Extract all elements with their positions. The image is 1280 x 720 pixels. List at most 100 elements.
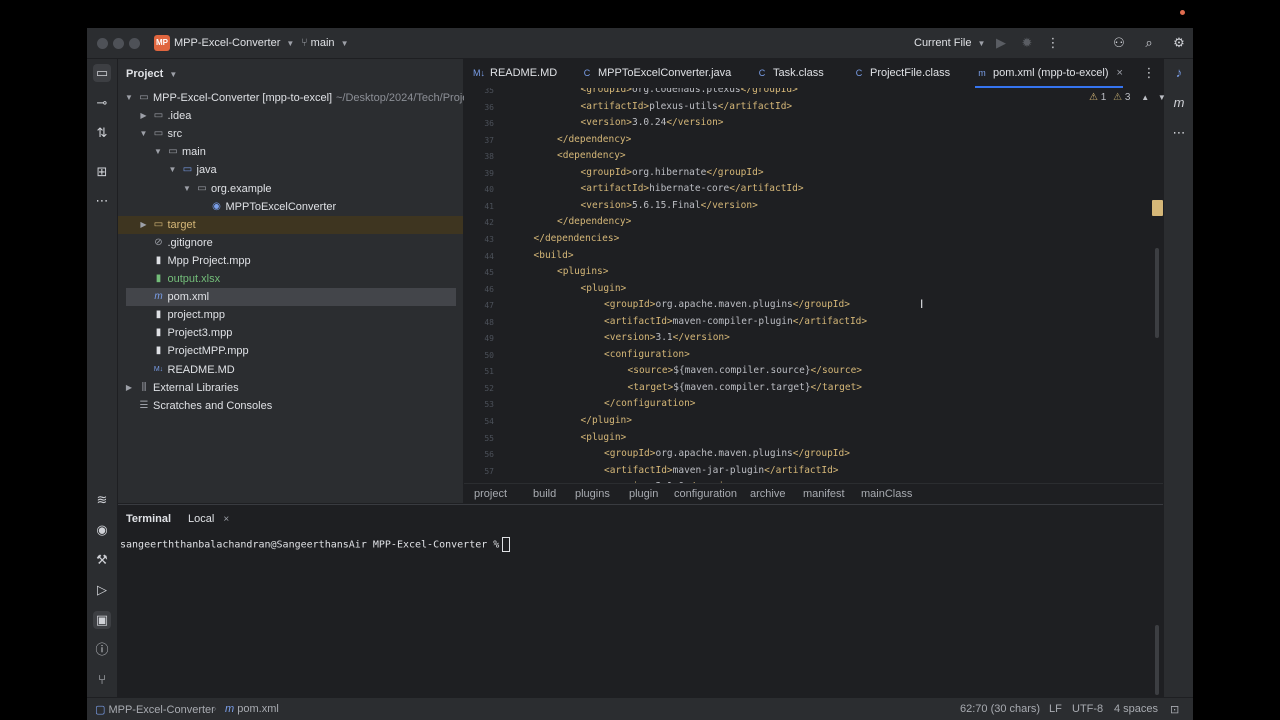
close-icon[interactable]: ×: [223, 514, 229, 525]
indent-setting[interactable]: 4 spaces: [1114, 703, 1158, 715]
minimize-window-button[interactable]: [113, 38, 124, 49]
breadcrumb-item[interactable]: project: [474, 488, 507, 500]
inspection-widget[interactable]: ⚠ 1 ⚠ 3 ▲ ▼: [1089, 92, 1166, 103]
more-tools-icon[interactable]: ⋯: [93, 192, 111, 210]
project-switcher[interactable]: MPP-Excel-Converter ▼: [174, 37, 294, 49]
tree-item[interactable]: ▮ Project3.mpp: [118, 324, 463, 342]
code-editor[interactable]: 35 <groupId>org.codehaus.plexus</groupId>…: [464, 88, 1163, 483]
editor-scroll-marker[interactable]: [1152, 200, 1163, 216]
tree-item[interactable]: M↓ README.MD: [118, 361, 463, 379]
git-icon[interactable]: ⑂: [93, 671, 111, 689]
branch-name: main: [310, 37, 335, 49]
close-icon[interactable]: ×: [1117, 67, 1123, 79]
more-options-icon[interactable]: ⋮: [1044, 34, 1062, 52]
tab-projectfile-class[interactable]: C ProjectFile.class: [852, 59, 950, 88]
tree-item[interactable]: ▶ ⫼ External Libraries: [118, 379, 463, 397]
add-user-icon[interactable]: ⚇: [1110, 34, 1128, 52]
tree-item[interactable]: ⊘ .gitignore: [118, 234, 463, 252]
tree-item[interactable]: ▶ ▭ .idea: [118, 107, 463, 125]
caret-position[interactable]: 62:70 (30 chars): [960, 703, 1040, 715]
problems-icon[interactable]: ⓘ: [93, 641, 111, 659]
code-line: <configuration>: [604, 349, 690, 360]
breadcrumb-item[interactable]: archive: [750, 488, 785, 500]
code-line: <groupId>org.apache.maven.plugins</group…: [604, 448, 850, 459]
terminal-scrollbar[interactable]: [1155, 625, 1159, 695]
breadcrumb-item[interactable]: build: [533, 488, 556, 500]
tree-item[interactable]: m pom.xml: [126, 288, 456, 307]
tree-item[interactable]: ▮ ProjectMPP.mpp: [118, 342, 463, 360]
tree-item[interactable]: ▮ project.mpp: [118, 306, 463, 324]
structure-icon[interactable]: ⊞: [93, 163, 111, 181]
close-window-button[interactable]: [97, 38, 108, 49]
run-icon[interactable]: ▶: [992, 34, 1010, 52]
package-icon: ▭: [197, 182, 207, 194]
tab-pom-xml-mpp-to-excel[interactable]: m pom.xml (mpp-to-excel) ×: [975, 59, 1123, 88]
pull-request-icon[interactable]: ⇅: [93, 124, 111, 142]
settings-gear-icon[interactable]: ⚙: [1170, 34, 1188, 52]
xml-value: org.apache.maven.plugins: [655, 299, 793, 311]
chevron-right-icon: ›: [213, 703, 217, 715]
tree-item[interactable]: ▮ output.xlsx: [118, 270, 463, 288]
breadcrumb-item[interactable]: manifest: [803, 488, 845, 500]
terminal-icon[interactable]: ▣: [93, 611, 111, 629]
layers-icon[interactable]: ≋: [93, 491, 111, 509]
status-project-crumb[interactable]: ▢ MPP-Excel-Converter: [95, 703, 215, 716]
tree-item[interactable]: ▶ ▭ target: [118, 215, 463, 234]
chevron-down-icon[interactable]: ▼: [168, 161, 178, 179]
tree-item[interactable]: ▼ ▭ src: [118, 125, 463, 143]
tree-item[interactable]: ▼ ▭ main: [118, 143, 463, 161]
chevron-right-icon[interactable]: ▶: [124, 379, 134, 397]
xml-value: maven-compiler-plugin: [672, 315, 793, 327]
search-icon[interactable]: ⌕: [1140, 34, 1158, 52]
breadcrumb-item[interactable]: mainClass: [861, 488, 912, 500]
chevron-up-icon[interactable]: ▲: [1141, 93, 1149, 102]
tree-item[interactable]: ▼ ▭ java: [118, 161, 463, 179]
chevron-down-icon[interactable]: ▼: [1158, 93, 1166, 102]
xml-tag: <version>: [604, 332, 656, 344]
file-encoding[interactable]: UTF-8: [1072, 703, 1103, 715]
chevron-right-icon[interactable]: ▶: [139, 107, 149, 125]
commit-icon[interactable]: ⊸: [93, 94, 111, 112]
chevron-down-icon[interactable]: ▼: [153, 143, 163, 161]
xml-tag: </source>: [810, 365, 863, 377]
tree-item[interactable]: ☰ Scratches and Consoles: [118, 397, 463, 415]
tree-item[interactable]: ▼ ▭ MPP-Excel-Converter [mpp-to-excel] ~/De…: [118, 89, 474, 107]
chevron-down-icon[interactable]: ▼: [139, 125, 149, 143]
tree-item[interactable]: ▼ ▭ org.example: [118, 180, 463, 198]
notifications-bell-icon[interactable]: ♪: [1170, 64, 1188, 82]
chevron-right-icon[interactable]: ▶: [139, 216, 149, 234]
run-panel-icon[interactable]: ▷: [93, 581, 111, 599]
tab-mpptoexcelconverter-java[interactable]: C MPPToExcelConverter.java: [580, 59, 732, 88]
tab-readme-md[interactable]: M↓ README.MD: [472, 59, 557, 88]
xml-tag: <groupId>: [580, 88, 632, 95]
tabs-more-icon[interactable]: ⋮: [1140, 64, 1158, 82]
terminal-title[interactable]: Terminal: [126, 513, 171, 525]
more-tools-icon[interactable]: ⋯: [1170, 124, 1188, 142]
git-branch-icon: ⑂: [301, 37, 308, 49]
debug-icon[interactable]: ✹: [1018, 34, 1036, 52]
run-config-selector[interactable]: Current File ▼: [914, 37, 985, 49]
line-separator[interactable]: LF: [1049, 703, 1062, 715]
branch-switcher[interactable]: ⑂ main ▼: [301, 37, 349, 49]
build-hammer-icon[interactable]: ⚒: [93, 551, 111, 569]
chevron-down-icon[interactable]: ▼: [124, 89, 134, 107]
maven-icon[interactable]: m: [1170, 94, 1188, 112]
breadcrumb-item[interactable]: configuration: [674, 488, 737, 500]
lock-icon[interactable]: ⊡: [1170, 703, 1179, 716]
breadcrumb-item[interactable]: plugin: [629, 488, 658, 500]
line-number: 39: [484, 168, 494, 178]
editor-scrollbar[interactable]: [1155, 248, 1159, 338]
chevron-down-icon[interactable]: ▼: [182, 180, 192, 198]
zoom-window-button[interactable]: [129, 38, 140, 49]
tree-item[interactable]: ▮ Mpp Project.mpp: [118, 252, 463, 270]
project-panel-header[interactable]: Project ▼: [126, 68, 177, 80]
project-folder-icon[interactable]: ▭: [93, 64, 111, 82]
code-line: <artifactId>plexus-utils</artifactId>: [581, 101, 793, 112]
tree-item[interactable]: ◉ MPPToExcelConverter: [118, 198, 463, 216]
tab-task-class[interactable]: C Task.class: [755, 59, 824, 88]
terminal-prompt-line[interactable]: sangeerththanbalachandran@SangeerthansAi…: [120, 537, 511, 552]
status-file-crumb[interactable]: m pom.xml: [225, 703, 279, 715]
terminal-tab-local[interactable]: Local ×: [188, 513, 229, 525]
breadcrumb-item[interactable]: plugins: [575, 488, 610, 500]
services-icon[interactable]: ◉: [93, 521, 111, 539]
